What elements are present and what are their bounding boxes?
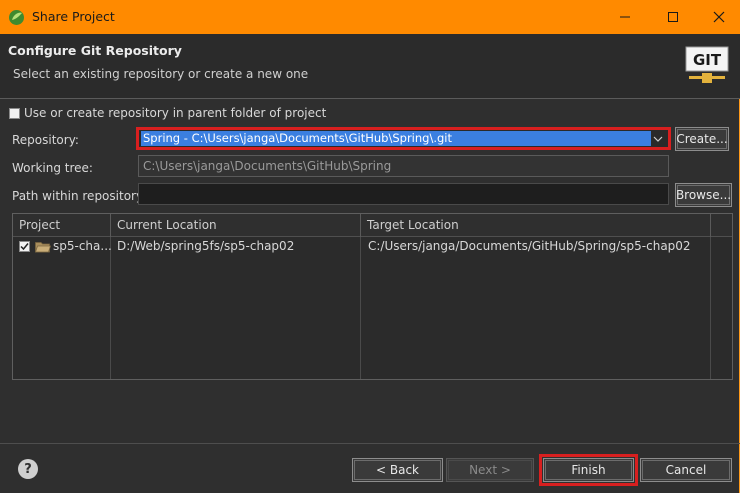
window-title: Share Project: [32, 9, 115, 24]
browse-button-label: Browse...: [675, 188, 732, 202]
back-button-label: < Back: [375, 463, 419, 477]
checkmark-icon: [20, 243, 29, 251]
next-button[interactable]: Next >: [446, 458, 534, 482]
chevron-down-icon[interactable]: [651, 131, 665, 146]
path-within-repo-field[interactable]: [138, 183, 669, 205]
finish-button[interactable]: Finish: [543, 458, 634, 482]
table-header: Project Current Location Target Location: [13, 214, 732, 237]
repository-combo[interactable]: Spring - C:\Users\janga\Documents\GitHub…: [136, 127, 671, 150]
folder-open-icon: [35, 242, 51, 253]
current-location-cell: D:/Web/spring5fs/sp5-chap02: [117, 239, 295, 253]
cancel-button-label: Cancel: [665, 463, 707, 477]
column-divider: [710, 237, 711, 379]
maximize-button[interactable]: [650, 0, 696, 34]
minimize-button[interactable]: [602, 0, 648, 34]
next-button-label: Next >: [469, 463, 511, 477]
page-title: Configure Git Repository: [8, 43, 182, 58]
repository-label: Repository:: [12, 133, 79, 147]
footer-divider: [0, 443, 740, 444]
title-bar[interactable]: Share Project: [0, 0, 740, 34]
maximize-icon: [668, 12, 678, 22]
column-divider: [110, 237, 111, 379]
repository-combo-value: Spring - C:\Users\janga\Documents\GitHub…: [141, 131, 651, 146]
eclipse-spring-icon: [9, 10, 24, 25]
parent-folder-checkbox-label: Use or create repository in parent folde…: [24, 106, 327, 120]
column-header-target-location[interactable]: Target Location: [361, 214, 711, 237]
share-project-dialog: Share Project Configure Git Repository S…: [0, 0, 740, 493]
close-button[interactable]: [696, 0, 740, 34]
column-header-current-location[interactable]: Current Location: [111, 214, 361, 237]
projects-table[interactable]: Project Current Location Target Location…: [12, 213, 733, 380]
target-location-cell: C:/Users/janga/Documents/GitHub/Spring/s…: [368, 239, 691, 253]
browse-button[interactable]: Browse...: [675, 183, 732, 207]
git-logo-icon: GIT: [685, 46, 729, 83]
cancel-button[interactable]: Cancel: [640, 458, 732, 482]
page-subtitle: Select an existing repository or create …: [13, 67, 309, 81]
working-tree-field: C:\Users\janga\Documents\GitHub\Spring: [138, 155, 669, 177]
project-cell: sp5-cha...: [53, 239, 112, 253]
row-checkbox[interactable]: [19, 241, 30, 252]
column-header-project[interactable]: Project: [13, 214, 111, 237]
help-icon[interactable]: ?: [18, 459, 38, 479]
close-icon: [713, 11, 725, 23]
parent-folder-checkbox[interactable]: [9, 107, 20, 119]
path-within-repo-label: Path within repository:: [12, 189, 147, 203]
wizard-header: Configure Git Repository Select an exist…: [0, 34, 740, 99]
git-logo-text: GIT: [693, 51, 722, 69]
back-button[interactable]: < Back: [352, 458, 443, 482]
parent-folder-option[interactable]: Use or create repository in parent folde…: [9, 106, 326, 120]
working-tree-label: Working tree:: [12, 161, 93, 175]
column-divider: [360, 237, 361, 379]
create-button[interactable]: Create...: [675, 127, 729, 151]
finish-button-label: Finish: [571, 463, 606, 477]
create-button-label: Create...: [676, 132, 728, 146]
minimize-icon: [620, 16, 630, 18]
